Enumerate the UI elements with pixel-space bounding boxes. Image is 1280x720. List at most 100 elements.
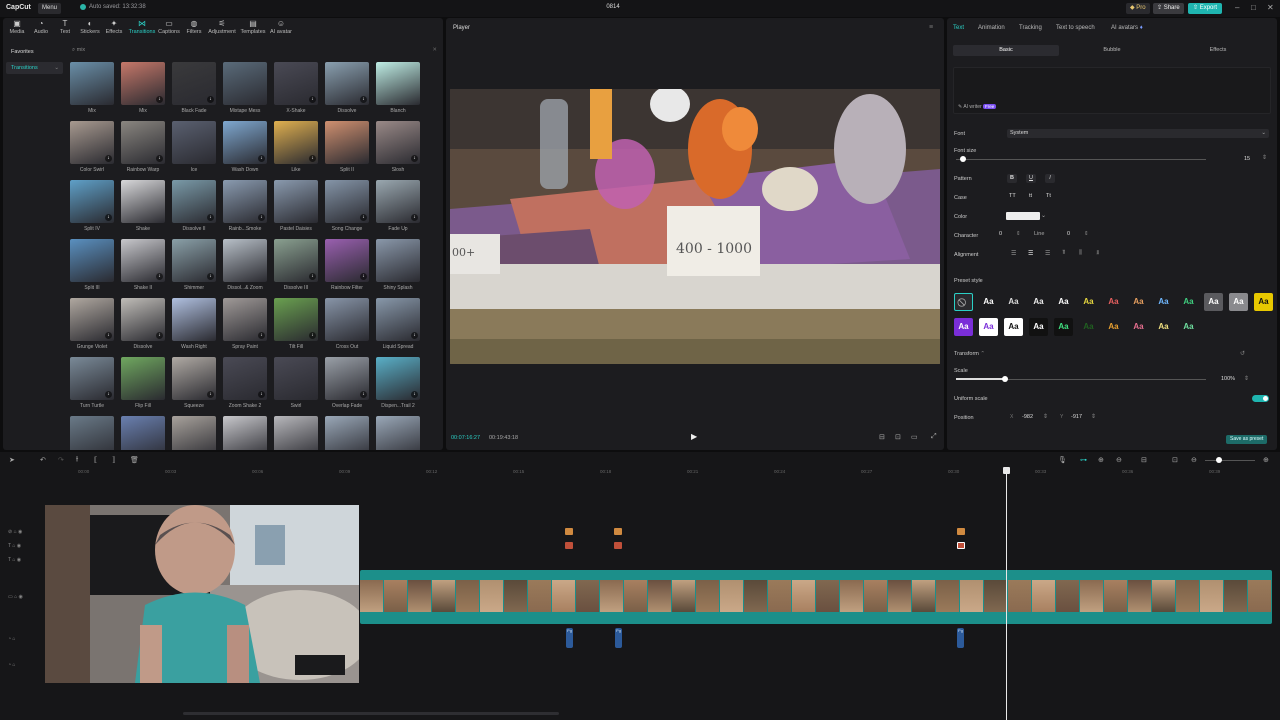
player-menu-icon[interactable]: ≡ bbox=[929, 24, 933, 31]
scale-slider-handle[interactable] bbox=[1002, 376, 1008, 382]
transition-thumbnail[interactable]: ↓ Fade Up bbox=[376, 180, 420, 240]
timeline-zoom-slider[interactable] bbox=[1205, 460, 1255, 461]
lowercase-button[interactable]: tt bbox=[1029, 193, 1032, 199]
transition-thumbnail[interactable]: ↓ bbox=[325, 416, 369, 450]
transition-thumbnail[interactable]: Flip Fill bbox=[121, 357, 165, 417]
transition-thumbnail[interactable]: ↓ Overlap Fade bbox=[325, 357, 369, 417]
tool-captions[interactable]: ▭ Captions bbox=[157, 18, 181, 35]
tab-text[interactable]: Text bbox=[953, 25, 964, 31]
timeline-zoom-handle[interactable] bbox=[1216, 457, 1222, 463]
download-icon[interactable]: ↓ bbox=[411, 155, 418, 162]
transition-thumbnail[interactable]: ↓ Dissolve II bbox=[172, 180, 216, 240]
maximize-icon[interactable]: □ bbox=[1251, 3, 1256, 12]
preset-style-tile[interactable]: Aa bbox=[1029, 293, 1048, 311]
transition-thumbnail[interactable]: ↓ Slosh bbox=[376, 121, 420, 181]
transition-thumbnail[interactable]: Shiny Splash bbox=[376, 239, 420, 299]
transition-thumbnail[interactable]: ↓ Like bbox=[274, 121, 318, 181]
search-input[interactable]: ⌕ mix ✕ bbox=[72, 46, 437, 55]
character-spacing-value[interactable]: 0 bbox=[999, 231, 1002, 237]
align-bottom-icon[interactable]: ⫫ bbox=[1096, 250, 1099, 257]
position-x-stepper-icon[interactable]: ⇕ bbox=[1043, 413, 1048, 420]
download-icon[interactable]: ↓ bbox=[411, 332, 418, 339]
font-size-slider[interactable] bbox=[956, 159, 1206, 160]
snap-icon[interactable]: ⊟ bbox=[1141, 456, 1147, 464]
sidebar-item-favorites[interactable]: Favorites bbox=[6, 46, 63, 58]
pro-button[interactable]: ◆ Pro bbox=[1126, 3, 1150, 14]
audio-clip[interactable]: Pg bbox=[957, 628, 964, 648]
transition-thumbnail[interactable]: Mix bbox=[70, 62, 114, 122]
split-left-icon[interactable]: ⟦ bbox=[94, 456, 97, 464]
transition-thumbnail[interactable]: Blanch bbox=[376, 62, 420, 122]
download-icon[interactable]: ↓ bbox=[207, 391, 214, 398]
download-icon[interactable]: ↓ bbox=[360, 96, 367, 103]
transition-thumbnail[interactable]: ↓ Song Change bbox=[325, 180, 369, 240]
share-button[interactable]: ⇪ Share bbox=[1153, 3, 1184, 14]
text-clip-marker[interactable] bbox=[957, 528, 965, 535]
timeline-scrollbar[interactable] bbox=[183, 712, 559, 715]
position-y-stepper-icon[interactable]: ⇕ bbox=[1091, 413, 1096, 420]
download-icon[interactable]: ↓ bbox=[360, 273, 367, 280]
scale-stepper-icon[interactable]: ⇕ bbox=[1244, 375, 1249, 382]
align-middle-icon[interactable]: ⫼ bbox=[1079, 250, 1082, 257]
text-content-input[interactable] bbox=[953, 67, 1271, 114]
text-clip-marker[interactable] bbox=[565, 528, 573, 535]
transition-thumbnail[interactable]: Shake bbox=[121, 180, 165, 240]
playhead[interactable] bbox=[1006, 467, 1007, 720]
position-x-value[interactable]: -982 bbox=[1022, 414, 1033, 420]
download-icon[interactable]: ↓ bbox=[258, 214, 265, 221]
transition-thumbnail[interactable]: Swirl bbox=[274, 357, 318, 417]
preset-none-icon[interactable]: ⃠ bbox=[954, 293, 973, 311]
align-right-icon[interactable]: ☰ bbox=[1045, 250, 1050, 257]
preset-style-tile[interactable]: Aa bbox=[1229, 293, 1248, 311]
download-icon[interactable]: ↓ bbox=[411, 391, 418, 398]
download-icon[interactable]: ↓ bbox=[156, 332, 163, 339]
ratio-icon[interactable]: ▭ bbox=[911, 433, 918, 441]
preset-style-tile[interactable]: Aa bbox=[954, 318, 973, 336]
transition-thumbnail[interactable]: ↓ bbox=[172, 416, 216, 450]
preset-style-tile[interactable]: Aa bbox=[979, 318, 998, 336]
preset-style-tile[interactable]: Aa bbox=[1079, 293, 1098, 311]
redo-icon[interactable]: ↷ bbox=[58, 456, 64, 464]
download-icon[interactable]: ↓ bbox=[207, 214, 214, 221]
play-icon[interactable]: ▶ bbox=[691, 432, 697, 441]
export-button[interactable]: ⇧ Export bbox=[1188, 3, 1223, 14]
sidebar-item-transitions[interactable]: Transitions ⌄ bbox=[6, 62, 63, 74]
zoom-fit-icon[interactable]: ⊡ bbox=[895, 433, 901, 441]
save-as-preset-button[interactable]: Save as preset bbox=[1226, 435, 1268, 444]
video-preview[interactable]: 400 - 1000 00+ bbox=[450, 89, 940, 364]
transition-thumbnail[interactable]: ↓ Black Fade bbox=[172, 62, 216, 122]
transition-thumbnail[interactable]: ↓ Shimmer bbox=[172, 239, 216, 299]
subtab-effects[interactable]: Effects bbox=[1165, 45, 1271, 56]
magnet-icon[interactable]: ⊶ bbox=[1080, 456, 1087, 464]
transition-thumbnail[interactable]: ↓ Rainbow Filter bbox=[325, 239, 369, 299]
transition-thumbnail[interactable]: Dissol...& Zoom bbox=[223, 239, 267, 299]
menu-button[interactable]: Menu bbox=[38, 3, 62, 14]
ai-writer-button[interactable]: ✎ AI writer Free bbox=[958, 104, 997, 110]
split-right-icon[interactable]: ⟧ bbox=[112, 456, 115, 464]
line-stepper-icon[interactable]: ⇕ bbox=[1084, 231, 1089, 237]
transition-thumbnail[interactable] bbox=[223, 416, 267, 450]
transition-thumbnail[interactable]: ↓ Dissolve III bbox=[274, 239, 318, 299]
tool-media[interactable]: ▣ Media bbox=[5, 18, 29, 35]
character-stepper-icon[interactable]: ⇕ bbox=[1016, 231, 1021, 237]
preset-style-tile[interactable]: Aa bbox=[1004, 318, 1023, 336]
preset-style-tile[interactable]: Aa bbox=[1029, 318, 1048, 336]
uppercase-button[interactable]: TT bbox=[1009, 193, 1016, 199]
download-icon[interactable]: ↓ bbox=[360, 391, 367, 398]
preset-style-tile[interactable]: Aa bbox=[1254, 293, 1273, 311]
underline-button[interactable]: U bbox=[1026, 174, 1036, 183]
transition-thumbnail[interactable]: ↓ Wash Down bbox=[223, 121, 267, 181]
transition-thumbnail[interactable]: ↓ Dispen...Trail 2 bbox=[376, 357, 420, 417]
tool-ai-avatar[interactable]: ☺ AI avatar bbox=[268, 18, 294, 35]
download-icon[interactable]: ↓ bbox=[360, 214, 367, 221]
transition-thumbnail[interactable]: Cross Out bbox=[325, 298, 369, 358]
track-lock-icon[interactable]: T ⌂ ◉ bbox=[8, 557, 21, 563]
preset-style-tile[interactable]: Aa bbox=[1154, 318, 1173, 336]
download-icon[interactable]: ↓ bbox=[105, 332, 112, 339]
preset-style-tile[interactable]: Aa bbox=[1154, 293, 1173, 311]
align-top-icon[interactable]: ⫪ bbox=[1062, 250, 1065, 257]
download-icon[interactable]: ↓ bbox=[156, 155, 163, 162]
transition-thumbnail[interactable]: ↓ Turn Turtle bbox=[70, 357, 114, 417]
reset-icon[interactable]: ↺ bbox=[1240, 350, 1245, 357]
minimize-icon[interactable]: – bbox=[1235, 3, 1239, 12]
